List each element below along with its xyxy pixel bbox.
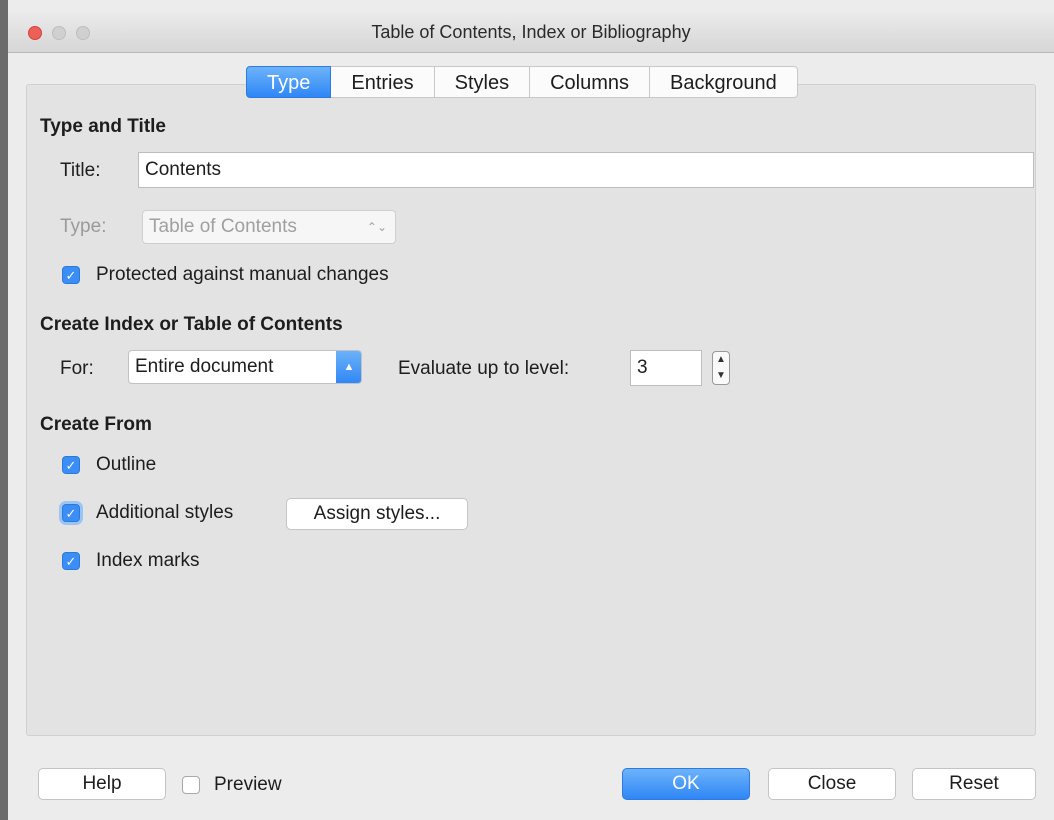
- window-title: Table of Contents, Index or Bibliography: [371, 22, 691, 42]
- type-select: Table of Contents ⌃⌄: [142, 210, 396, 244]
- evaluate-level-label: Evaluate up to level:: [398, 358, 570, 379]
- title-label: Title:: [60, 160, 101, 181]
- help-button[interactable]: Help: [38, 768, 166, 800]
- for-select-value: Entire document: [135, 356, 274, 377]
- chevron-updown-icon: ⌃⌄: [366, 220, 387, 234]
- stepper-up-icon[interactable]: ▲: [716, 354, 726, 365]
- title-field[interactable]: Contents: [138, 152, 1034, 188]
- preview-label: Preview: [214, 774, 282, 795]
- additional-styles-label: Additional styles: [96, 502, 234, 523]
- section-heading-type-and-title: Type and Title: [40, 116, 166, 137]
- type-select-value: Table of Contents: [149, 216, 297, 237]
- additional-styles-checkbox[interactable]: ✓: [62, 504, 80, 522]
- index-marks-checkbox[interactable]: ✓: [62, 552, 80, 570]
- protected-checkbox[interactable]: ✓: [62, 266, 80, 284]
- tab-bar: Type Entries Styles Columns Background: [246, 66, 798, 98]
- tab-columns[interactable]: Columns: [530, 66, 650, 98]
- outline-label: Outline: [96, 454, 157, 475]
- ok-button[interactable]: OK: [622, 768, 750, 800]
- preview-checkbox[interactable]: [182, 776, 200, 794]
- section-heading-create-from: Create From: [40, 414, 152, 435]
- level-stepper[interactable]: ▲ ▼: [712, 351, 730, 385]
- for-label: For:: [60, 358, 94, 379]
- stepper-down-icon[interactable]: ▼: [716, 370, 726, 381]
- window-edge: [0, 0, 8, 820]
- tab-type[interactable]: Type: [246, 66, 332, 98]
- outline-checkbox[interactable]: ✓: [62, 456, 80, 474]
- tab-entries[interactable]: Entries: [331, 66, 435, 98]
- for-select[interactable]: Entire document ▲: [128, 350, 362, 384]
- assign-styles-button[interactable]: Assign styles...: [286, 498, 468, 530]
- protected-label: Protected against manual changes: [96, 264, 389, 285]
- level-field[interactable]: 3: [630, 350, 702, 386]
- chevron-updown-icon: ▲: [336, 351, 361, 383]
- section-heading-create-index: Create Index or Table of Contents: [40, 314, 343, 335]
- tab-background[interactable]: Background: [650, 66, 798, 98]
- type-label: Type:: [60, 216, 107, 237]
- tab-styles[interactable]: Styles: [434, 66, 531, 98]
- close-button[interactable]: Close: [768, 768, 896, 800]
- titlebar: Table of Contents, Index or Bibliography: [8, 12, 1054, 53]
- index-marks-label: Index marks: [96, 550, 200, 571]
- reset-button[interactable]: Reset: [912, 768, 1036, 800]
